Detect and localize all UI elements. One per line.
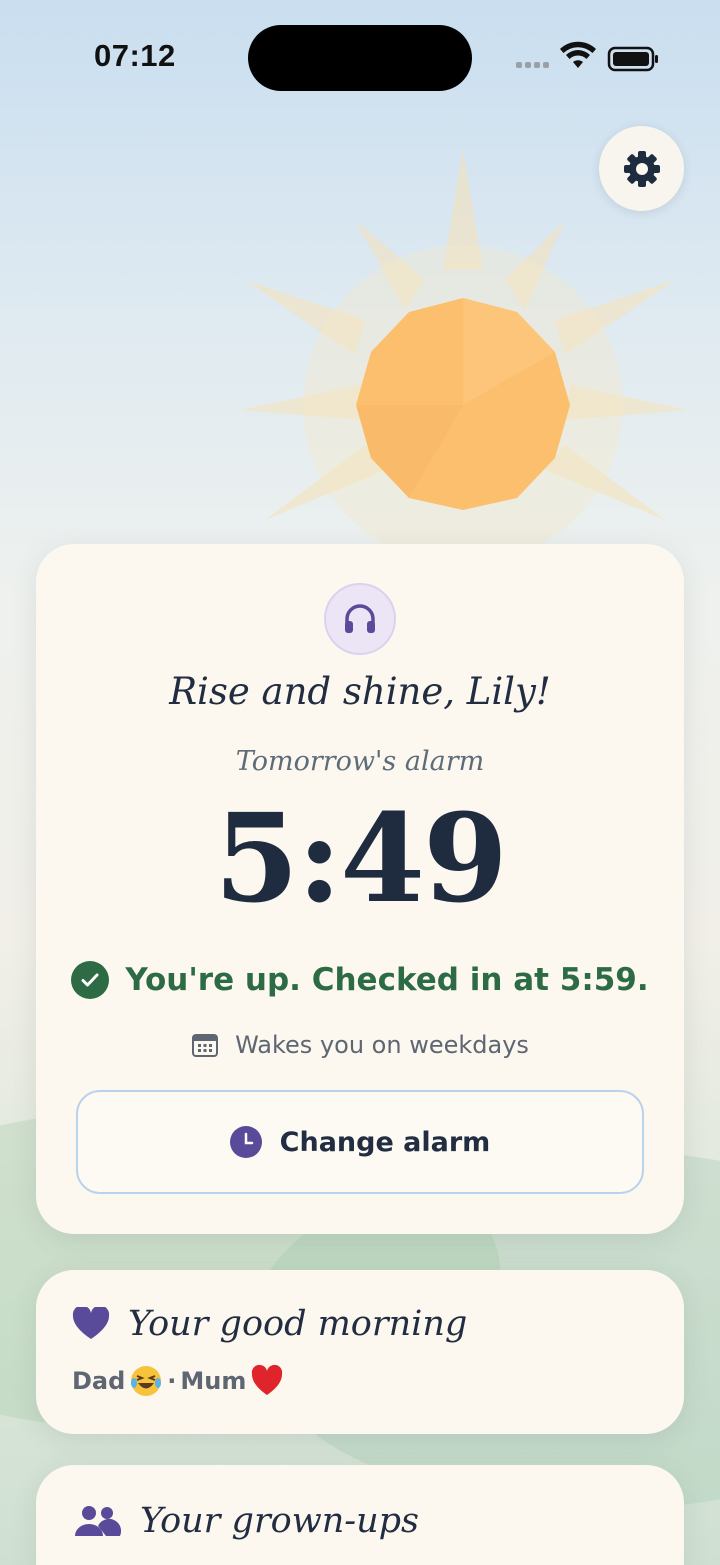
laughing-tears-emoji: [131, 1366, 162, 1396]
heart-icon: [72, 1307, 110, 1339]
headphones-icon: [345, 604, 375, 633]
audio-badge[interactable]: [324, 583, 396, 655]
grownups-header: Your grown-ups: [72, 1501, 419, 1541]
calendar-icon: [192, 1034, 219, 1057]
schedule-row: Wakes you on weekdays: [36, 1030, 684, 1060]
alarm-card: Rise and shine, Lily! Tomorrow's alarm 5…: [36, 544, 684, 1234]
people-icon: [75, 1506, 122, 1536]
message-list: Dad · Mum: [72, 1364, 284, 1398]
schedule-text: Wakes you on weekdays: [235, 1031, 529, 1059]
dynamic-island: [248, 25, 472, 91]
alarm-label: Tomorrow's alarm: [235, 746, 485, 777]
good-morning-card[interactable]: Your good morning Dad · Mum: [36, 1270, 684, 1434]
greeting-text: Rise and shine, Lily!: [169, 670, 551, 713]
alarm-time: 5:49: [214, 786, 508, 930]
checked-in-status: You're up. Checked in at 5:59.: [36, 958, 684, 1002]
grownups-card[interactable]: Your grown-ups: [36, 1465, 684, 1565]
good-morning-title: Your good morning: [128, 1304, 468, 1344]
good-morning-header: Your good morning: [72, 1304, 467, 1344]
clock-icon: [229, 1126, 262, 1158]
status-icons: [514, 40, 664, 80]
checked-in-text: You're up. Checked in at 5:59.: [125, 962, 649, 998]
sun-illustration: [240, 148, 687, 550]
change-alarm-label: Change alarm: [279, 1126, 491, 1158]
grownups-title: Your grown-ups: [140, 1501, 419, 1541]
message-sender: Dad: [72, 1367, 126, 1395]
wifi-icon: [560, 41, 596, 68]
message-sender: Mum: [180, 1367, 247, 1395]
status-time: 07:12: [94, 38, 176, 73]
battery-icon: [607, 46, 658, 72]
check-circle-icon: [71, 961, 110, 999]
message-separator: ·: [167, 1367, 177, 1395]
cellular-signal-icon: [516, 62, 549, 68]
change-alarm-button[interactable]: Change alarm: [76, 1090, 644, 1194]
status-bar: 07:12: [0, 0, 720, 110]
red-heart-emoji: [252, 1364, 283, 1395]
